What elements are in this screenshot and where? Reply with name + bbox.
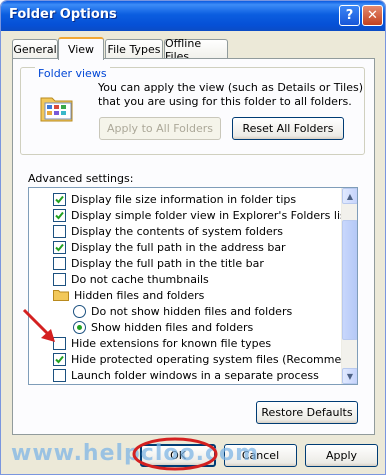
list-item[interactable]: Display simple folder view in Explorer's… [53,207,350,223]
checkbox[interactable] [53,352,66,366]
checkbox[interactable] [53,240,66,254]
radio-button[interactable] [73,304,86,318]
list-item-label: Hide protected operating system files (R… [71,352,358,366]
red-arrow-annotation [22,308,55,342]
folder-options-window: Folder Options ? ✕ General View File Typ… [0,0,386,475]
tab-general-label: General [13,43,57,56]
help-icon: ? [345,8,354,23]
close-icon: ✕ [367,8,378,23]
list-item[interactable]: Launch folder windows in a separate proc… [53,367,319,383]
folder-view-icon [40,97,73,122]
checkbox[interactable] [53,192,66,206]
list-item[interactable]: Do not cache thumbnails [53,271,209,287]
scroll-up-button[interactable]: ▲ [342,188,357,204]
list-item[interactable]: Display the contents of system folders [53,223,283,239]
advanced-settings-list[interactable]: Display file size information in folder … [28,187,358,385]
window-title: Folder Options [9,7,117,22]
apply-to-all-folders-label: Apply to All Folders [107,122,213,135]
restore-defaults-label: Restore Defaults [261,406,353,419]
list-item-label: Display the full path in the address bar [71,240,286,254]
reset-all-folders-button[interactable]: Reset All Folders [232,117,344,140]
list-item[interactable]: Display the full path in the title bar [53,255,264,271]
folder-icon [53,290,69,301]
checkbox[interactable] [53,368,66,382]
list-item[interactable]: Hide protected operating system files (R… [53,351,358,367]
list-item-label: Do not cache thumbnails [71,272,209,286]
red-oval-annotation [132,437,218,471]
help-button[interactable]: ? [339,5,360,26]
list-item-label: Launch folder windows in a separate proc… [71,368,319,382]
close-button[interactable]: ✕ [362,5,383,26]
list-item-label: Display simple folder view in Explorer's… [71,208,351,222]
radio-button[interactable] [73,320,86,334]
checkbox[interactable] [53,208,66,222]
scroll-thumb[interactable] [342,220,357,340]
list-item-folder: Hidden files and folders [53,287,204,303]
apply-label: Apply [325,449,358,462]
tab-file-types[interactable]: File Types [105,39,163,59]
restore-defaults-button[interactable]: Restore Defaults [256,401,358,424]
list-item-label: Show hidden files and folders [91,320,254,334]
list-item[interactable]: Do not show hidden files and folders [73,303,292,319]
list-item[interactable]: Display the full path in the address bar [53,239,286,255]
title-bar[interactable]: Folder Options ? ✕ [1,1,385,31]
checkbox[interactable] [53,224,66,238]
list-item-label: Display file size information in folder … [71,192,297,206]
apply-to-all-folders-button[interactable]: Apply to All Folders [99,117,221,140]
list-item-label: Hide extensions for known file types [71,336,272,350]
folder-views-legend: Folder views [35,67,110,80]
folder-views-description: You can apply the view (such as Details … [98,81,363,108]
list-scrollbar[interactable]: ▲ ▼ [341,188,357,384]
tab-view-label: View [67,43,95,56]
tab-general[interactable]: General [12,39,58,59]
chevron-down-icon: ▼ [346,371,354,381]
apply-button[interactable]: Apply [305,444,378,467]
tab-view[interactable]: View [58,37,104,60]
scroll-down-button[interactable]: ▼ [342,368,357,384]
list-item-label: Do not show hidden files and folders [91,304,293,318]
chevron-up-icon: ▲ [346,191,354,201]
checkbox[interactable] [53,272,66,286]
list-item[interactable]: Show hidden files and folders [73,319,253,335]
reset-all-folders-label: Reset All Folders [242,122,334,135]
checkbox[interactable] [53,256,66,270]
list-item-label: Display the contents of system folders [71,224,283,238]
list-item-label: Hidden files and folders [74,288,205,302]
list-item-label: Display the full path in the title bar [71,256,264,270]
list-item[interactable]: Display file size information in folder … [53,191,296,207]
list-item[interactable]: Hide extensions for known file types [53,335,271,351]
advanced-settings-label: Advanced settings: [28,172,134,185]
tab-file-types-label: File Types [107,43,161,56]
tab-offline-files[interactable]: Offline Files [164,37,228,63]
